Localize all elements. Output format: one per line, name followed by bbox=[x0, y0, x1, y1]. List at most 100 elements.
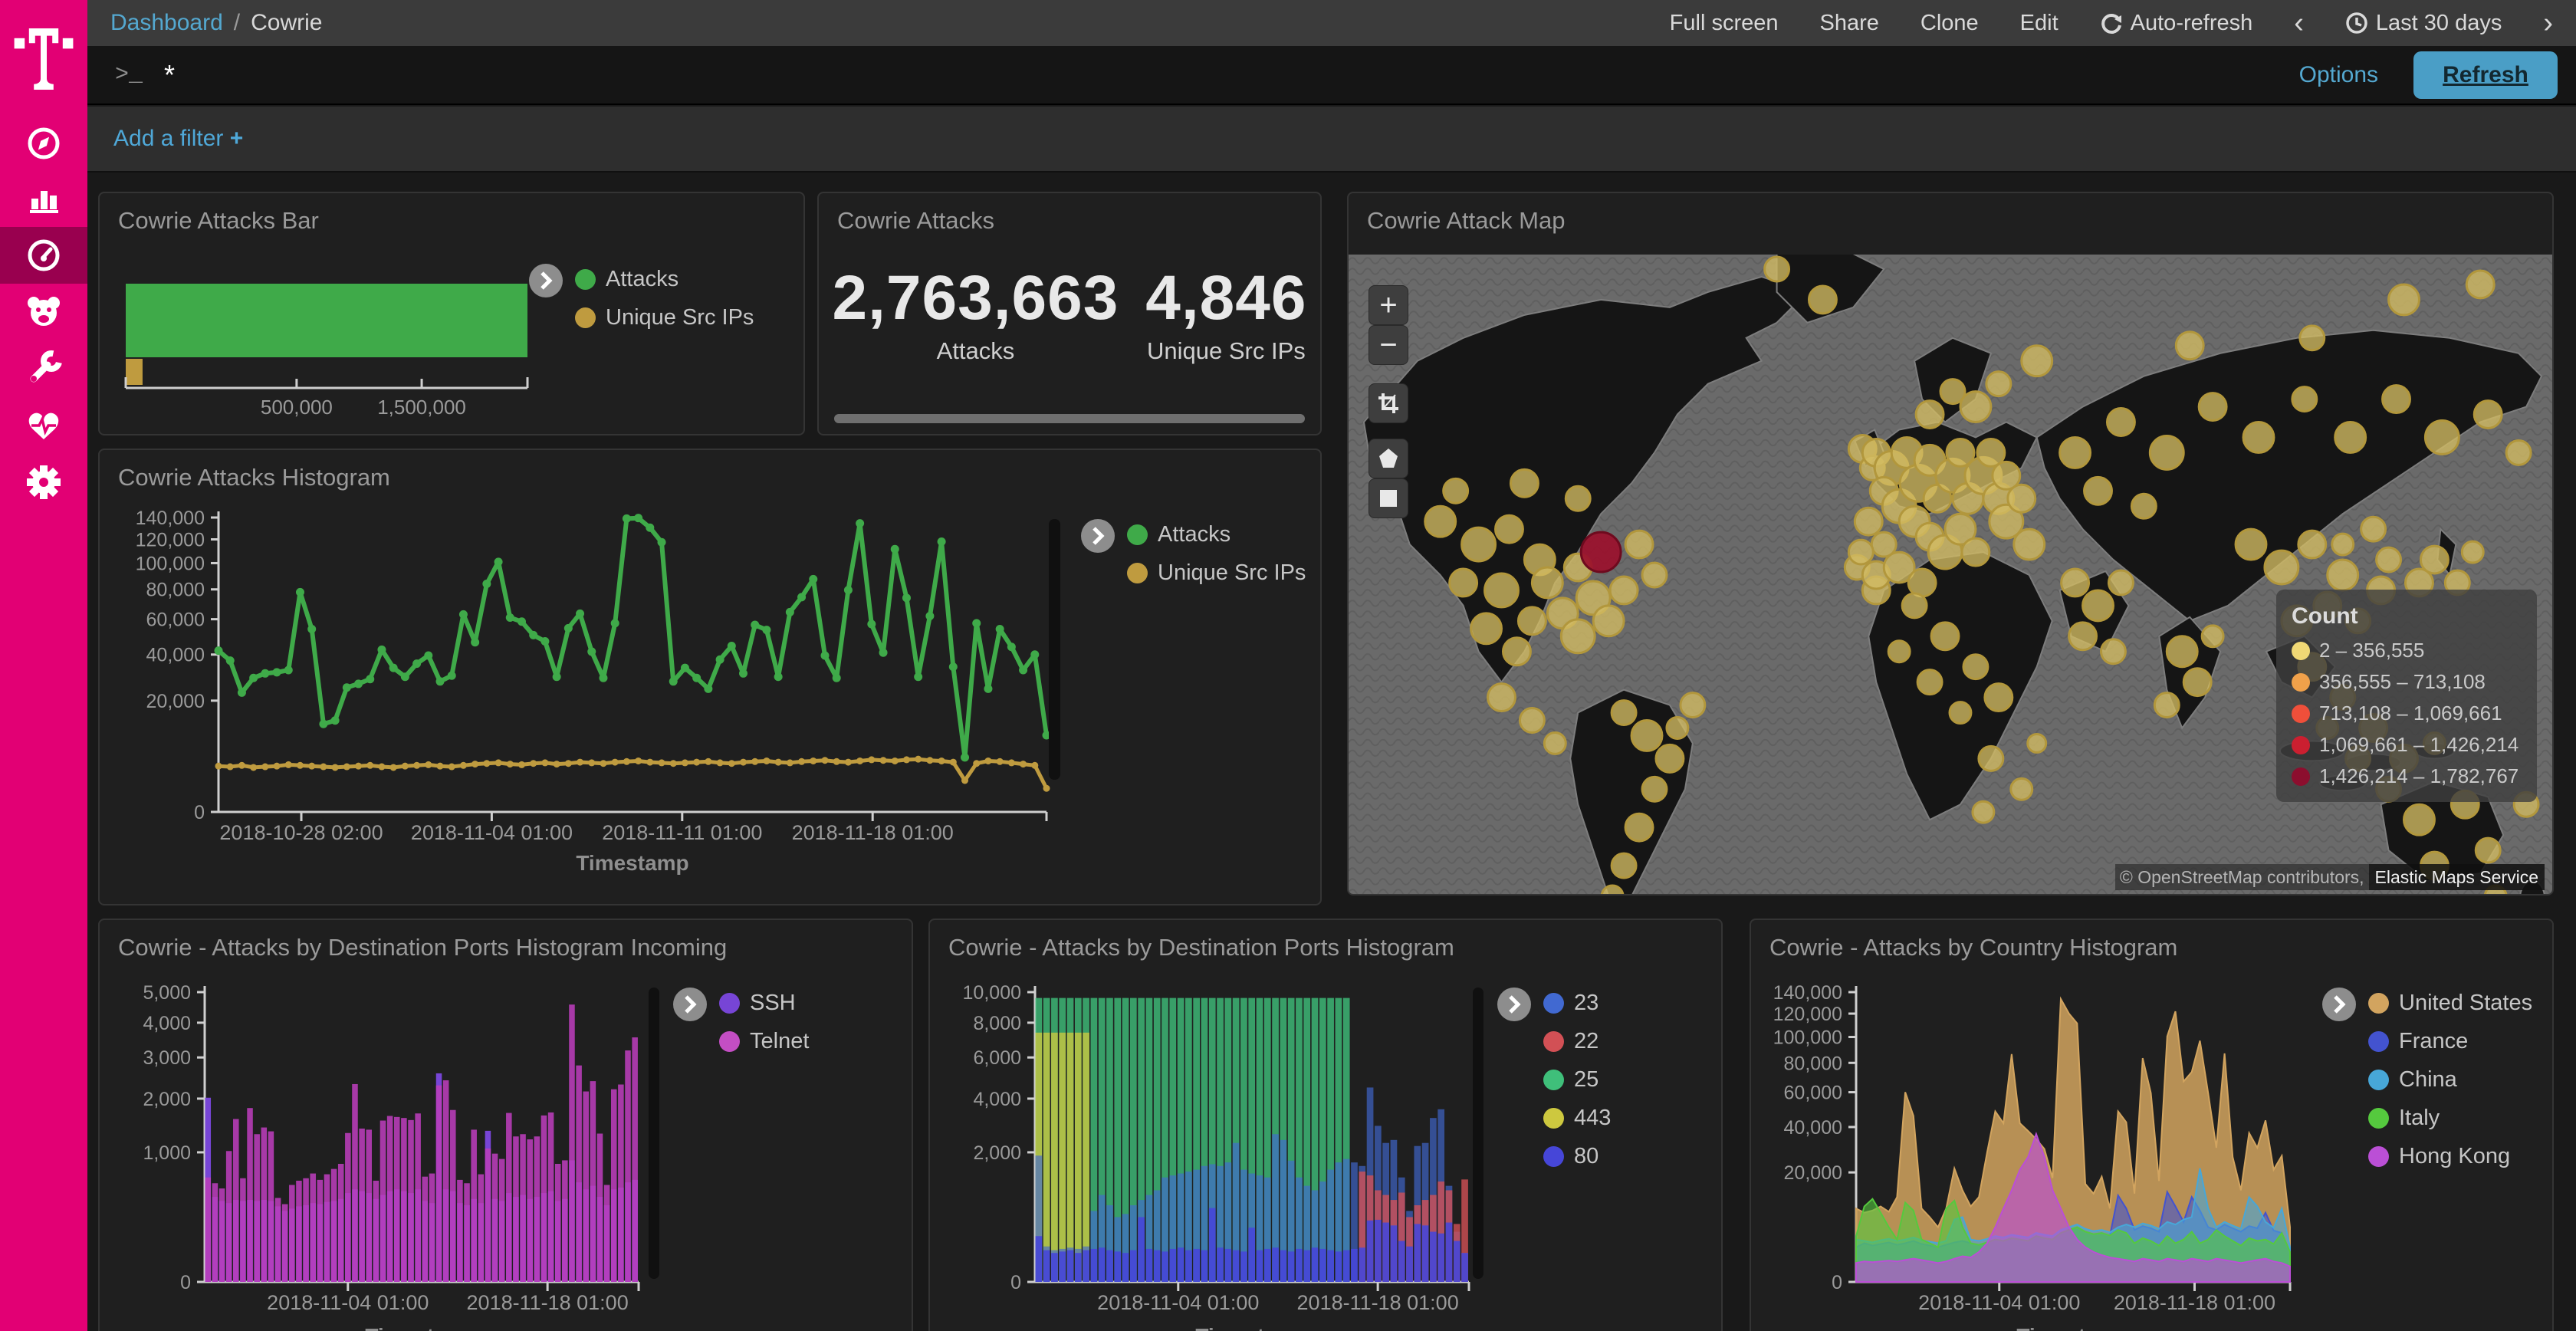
legend-scrollbar[interactable] bbox=[1049, 519, 1060, 780]
svg-text:120,000: 120,000 bbox=[1773, 1004, 1842, 1025]
map-zoom-out-button[interactable]: − bbox=[1368, 325, 1408, 365]
breadcrumb-separator: / bbox=[234, 10, 240, 36]
svg-text:60,000: 60,000 bbox=[146, 610, 205, 631]
chevron-right-icon bbox=[682, 994, 698, 1014]
time-range-picker[interactable]: Last 30 days bbox=[2345, 11, 2502, 36]
sidebar-item-monitoring[interactable] bbox=[0, 397, 87, 454]
panel-ports-incoming-histogram: Cowrie - Attacks by Destination Ports Hi… bbox=[98, 919, 913, 1331]
attacks-bar-chart[interactable]: 500,0001,500,000 bbox=[115, 247, 533, 431]
rectangle-icon bbox=[1378, 488, 1398, 508]
attacks-histogram-chart[interactable]: 020,00040,00060,00080,000100,000120,0001… bbox=[115, 504, 1058, 902]
svg-text:80,000: 80,000 bbox=[1784, 1053, 1842, 1074]
breadcrumb-dashboard[interactable]: Dashboard bbox=[110, 10, 223, 36]
auto-refresh-button[interactable]: Auto-refresh bbox=[2100, 11, 2253, 36]
edit-button[interactable]: Edit bbox=[2020, 11, 2058, 36]
share-button[interactable]: Share bbox=[1820, 11, 1879, 36]
legend: 23 22 25 443 80 bbox=[1497, 988, 1611, 1169]
svg-text:60,000: 60,000 bbox=[1784, 1083, 1842, 1104]
sidebar-item-discover[interactable] bbox=[0, 115, 87, 172]
add-filter-link[interactable]: Add a filter + bbox=[113, 126, 243, 152]
svg-text:2,000: 2,000 bbox=[143, 1089, 191, 1110]
legend-color-dot bbox=[575, 307, 596, 328]
legend-item[interactable]: SSH bbox=[719, 991, 809, 1016]
panel-cowrie-attacks-histogram: Cowrie Attacks Histogram 020,00040,00060… bbox=[98, 449, 1322, 905]
sidebar-item-dashboard[interactable] bbox=[0, 227, 87, 284]
chevron-right-icon bbox=[1506, 994, 1522, 1014]
time-back-button[interactable]: ‹ bbox=[2294, 7, 2304, 40]
time-forward-button[interactable]: › bbox=[2543, 7, 2553, 40]
attack-map[interactable]: + − Count 2 – 356,555356,555 – 713,10871… bbox=[1349, 255, 2552, 894]
svg-text:0: 0 bbox=[1832, 1272, 1842, 1293]
map-legend: Count 2 – 356,555356,555 – 713,108713,10… bbox=[2276, 590, 2537, 802]
sidebar-item-management[interactable] bbox=[0, 454, 87, 511]
svg-text:8,000: 8,000 bbox=[973, 1013, 1021, 1034]
legend-item[interactable]: Italy bbox=[2368, 1106, 2532, 1131]
osm-attribution[interactable]: © OpenStreetMap contributors, bbox=[2115, 864, 2369, 890]
legend-item[interactable]: Attacks bbox=[1127, 522, 1306, 547]
legend-expand-button[interactable] bbox=[1081, 519, 1115, 553]
legend-item[interactable]: France bbox=[2368, 1029, 2532, 1054]
legend-expand-button[interactable] bbox=[1497, 988, 1531, 1021]
legend-item[interactable]: Attacks bbox=[575, 267, 754, 292]
ports-chart[interactable]: 02,0004,0006,0008,00010,0002018-11-04 01… bbox=[941, 981, 1478, 1331]
wrench-icon bbox=[25, 350, 62, 387]
legend-color-dot bbox=[2292, 673, 2310, 692]
t-mobile-logo[interactable] bbox=[0, 11, 87, 95]
legend-item[interactable]: 23 bbox=[1543, 991, 1611, 1016]
options-link[interactable]: Options bbox=[2299, 62, 2378, 88]
refresh-button[interactable]: Refresh bbox=[2413, 51, 2558, 99]
map-zoom-in-button[interactable]: + bbox=[1368, 285, 1408, 325]
legend-expand-button[interactable] bbox=[2322, 988, 2356, 1021]
bear-icon bbox=[25, 294, 63, 330]
horizontal-scrollbar[interactable] bbox=[834, 414, 1305, 423]
clock-icon bbox=[2345, 12, 2368, 35]
legend-item[interactable]: Unique Src IPs bbox=[1127, 560, 1306, 586]
query-input[interactable]: * bbox=[164, 59, 2299, 91]
legend-item[interactable]: United States bbox=[2368, 991, 2532, 1016]
chevron-right-icon bbox=[538, 271, 554, 291]
legend-color-dot bbox=[2292, 736, 2310, 754]
legend-item[interactable]: 22 bbox=[1543, 1029, 1611, 1054]
ports-incoming-chart[interactable]: 01,0002,0003,0004,0005,0002018-11-04 01:… bbox=[111, 981, 648, 1331]
svg-text:20,000: 20,000 bbox=[1784, 1162, 1842, 1184]
clone-button[interactable]: Clone bbox=[1921, 11, 1979, 36]
sidebar-item-honeypot[interactable] bbox=[0, 284, 87, 340]
legend-item[interactable]: 443 bbox=[1543, 1106, 1611, 1131]
svg-text:2018-11-18 01:00: 2018-11-18 01:00 bbox=[1297, 1291, 1459, 1314]
svg-text:0: 0 bbox=[1010, 1272, 1021, 1293]
legend-item[interactable]: Telnet bbox=[719, 1029, 809, 1054]
legend-color-dot bbox=[1543, 1031, 1564, 1052]
legend-expand-button[interactable] bbox=[529, 264, 563, 297]
country-chart[interactable]: 020,00040,00060,00080,000100,000120,0001… bbox=[1763, 981, 2299, 1331]
legend-color-dot bbox=[2292, 767, 2310, 786]
compass-icon bbox=[25, 125, 62, 162]
top-navigation-bar: Dashboard / Cowrie Full screen Share Clo… bbox=[87, 0, 2576, 46]
plus-icon: + bbox=[230, 126, 244, 151]
legend-item[interactable]: Unique Src IPs bbox=[575, 305, 754, 330]
legend: Attacks Unique Src IPs bbox=[529, 264, 754, 330]
legend-item[interactable]: Hong Kong bbox=[2368, 1144, 2532, 1169]
svg-text:Timestamp: Timestamp bbox=[365, 1324, 478, 1331]
sidebar-item-dev-tools[interactable] bbox=[0, 340, 87, 397]
svg-text:100,000: 100,000 bbox=[136, 553, 205, 574]
map-legend-title: Count bbox=[2292, 603, 2522, 629]
legend-color-dot bbox=[2368, 1146, 2389, 1167]
legend-item[interactable]: 25 bbox=[1543, 1067, 1611, 1093]
map-legend-item: 1,426,214 – 1,782,767 bbox=[2292, 764, 2522, 788]
legend-color-dot bbox=[2368, 993, 2389, 1014]
legend-scrollbar[interactable] bbox=[649, 988, 659, 1279]
ems-attribution[interactable]: Elastic Maps Service bbox=[2369, 864, 2545, 890]
full-screen-button[interactable]: Full screen bbox=[1670, 11, 1779, 36]
legend-item[interactable]: 80 bbox=[1543, 1144, 1611, 1169]
panel-title: Cowrie Attacks Bar bbox=[118, 207, 319, 235]
svg-text:2018-11-18 01:00: 2018-11-18 01:00 bbox=[792, 821, 954, 844]
legend-expand-button[interactable] bbox=[673, 988, 707, 1021]
app-sidebar bbox=[0, 0, 87, 1331]
map-crop-tool-button[interactable] bbox=[1368, 383, 1408, 423]
map-polygon-tool-button[interactable] bbox=[1368, 439, 1408, 478]
sidebar-item-visualize[interactable] bbox=[0, 170, 87, 227]
map-rectangle-tool-button[interactable] bbox=[1368, 478, 1408, 518]
legend-color-dot bbox=[719, 1031, 740, 1052]
legend-scrollbar[interactable] bbox=[1473, 988, 1484, 1279]
legend-item[interactable]: China bbox=[2368, 1067, 2532, 1093]
